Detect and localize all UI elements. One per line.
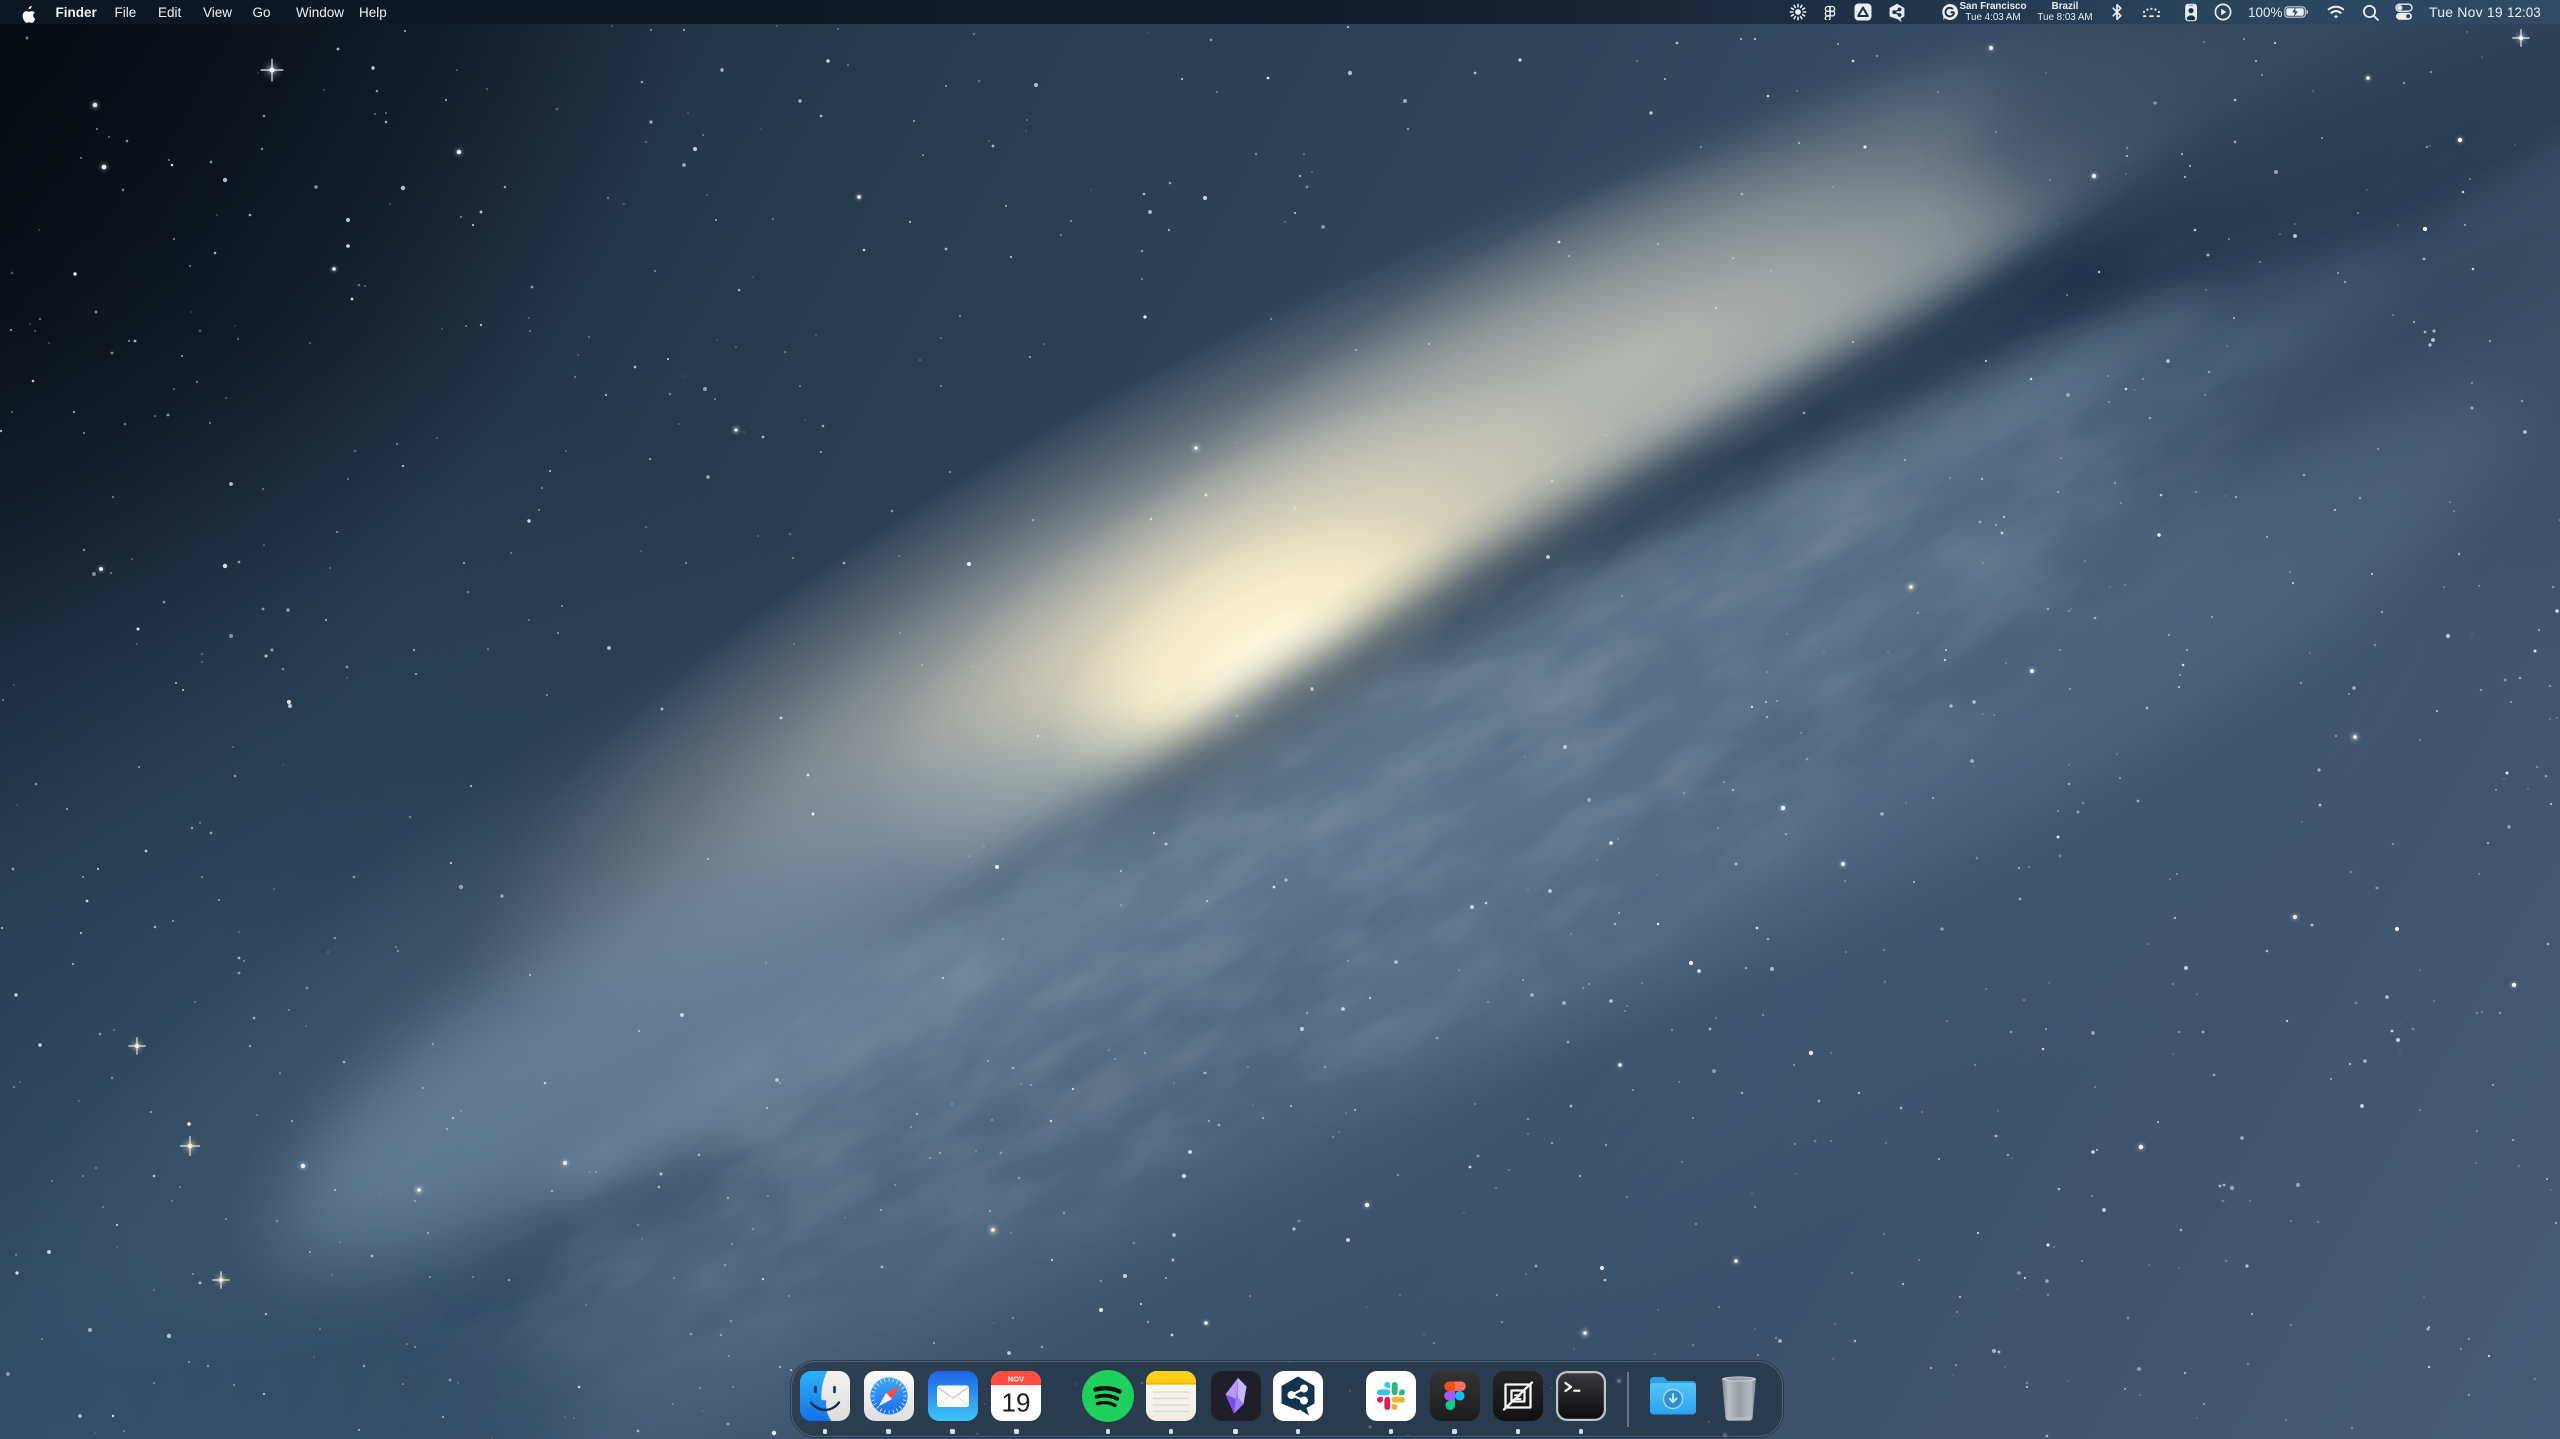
svg-text:NOV: NOV [1008,1375,1025,1384]
svg-text:19: 19 [1002,1388,1031,1418]
